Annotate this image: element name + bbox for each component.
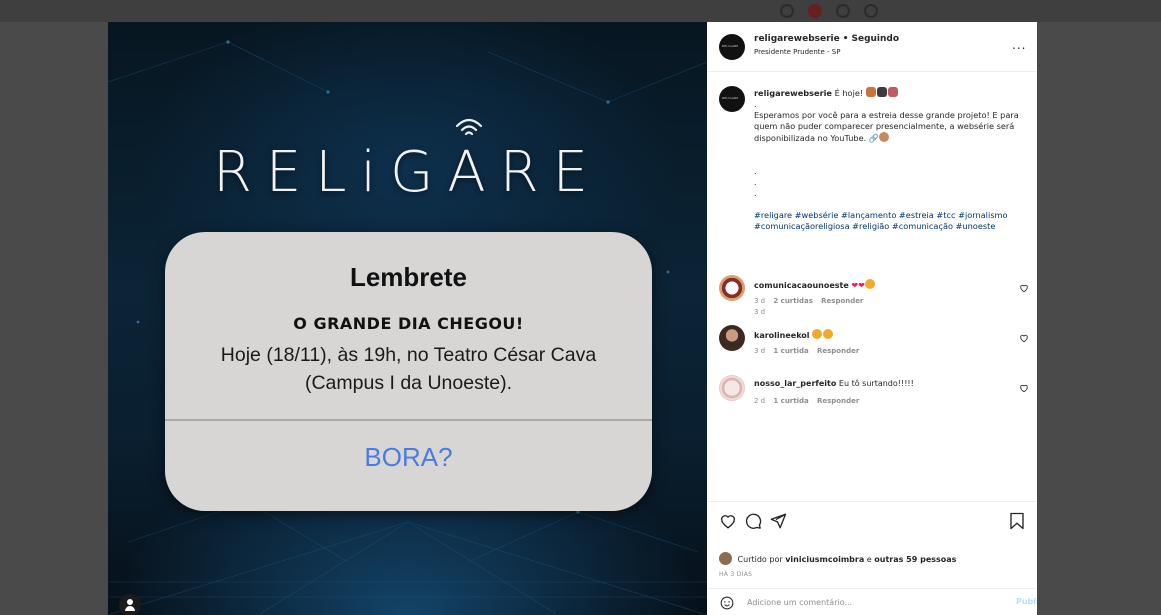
alert-action: BORA? bbox=[364, 442, 453, 472]
comment-time: 3 d bbox=[754, 347, 766, 355]
liker-avatar[interactable] bbox=[719, 552, 732, 565]
emoji-picker-icon[interactable] bbox=[720, 596, 734, 610]
home-icon bbox=[780, 4, 794, 18]
tagged-user-icon[interactable] bbox=[119, 594, 141, 615]
alert-subtitle: O GRANDE DIA CHEGOU! bbox=[293, 314, 524, 333]
share-icon[interactable] bbox=[769, 512, 787, 530]
comment-icon[interactable] bbox=[744, 512, 762, 530]
comment-likes[interactable]: 1 curtida bbox=[773, 397, 808, 405]
background-nav-icons bbox=[780, 4, 878, 18]
comment-item: comunicacaounoeste ❤❤ 3 d 2 curtidas Res… bbox=[707, 275, 1037, 317]
comment-meta: 3 d 2 curtidas Responder bbox=[754, 297, 869, 305]
follow-status[interactable]: Seguindo bbox=[852, 34, 900, 44]
comment-likes[interactable]: 1 curtida bbox=[773, 347, 808, 355]
post-actions: Curtido por viniciusmcoimbra e outras 59… bbox=[707, 501, 1053, 615]
like-comment-heart-icon[interactable] bbox=[1019, 383, 1029, 393]
like-comment-heart-icon[interactable] bbox=[1019, 283, 1029, 293]
heart-eyes-emoji-icon bbox=[864, 279, 875, 289]
alert-title: Lembrete bbox=[349, 262, 468, 292]
caption-avatar[interactable] bbox=[719, 86, 745, 112]
comment-item: nosso_lar_perfeito Eu tô surtando!!!!! 2… bbox=[707, 375, 1037, 417]
comment-time: 2 d bbox=[754, 397, 766, 405]
caption-text: religarewebserie É hoje! . Esperamos por… bbox=[754, 87, 1026, 232]
comment-username[interactable]: comunicacaounoeste bbox=[754, 281, 849, 290]
overlay-margin bbox=[1037, 22, 1161, 615]
reply-button[interactable]: Responder bbox=[817, 397, 859, 405]
family-emoji-icon bbox=[865, 87, 876, 97]
caption-dot: . bbox=[754, 166, 757, 176]
post-date: HÁ 3 DIAS bbox=[719, 571, 753, 578]
activity-icon bbox=[864, 4, 878, 18]
comment-username[interactable]: karolineekol bbox=[754, 331, 810, 340]
liker-username[interactable]: viniciusmcoimbra bbox=[785, 555, 864, 564]
post-header: religarewebserie•Seguindo Presidente Pru… bbox=[707, 22, 1037, 72]
background-logo bbox=[250, 2, 255, 21]
likes-summary: Curtido por viniciusmcoimbra e outras 59… bbox=[719, 552, 956, 565]
comment-text: nosso_lar_perfeito Eu tô surtando!!!!! bbox=[754, 379, 914, 388]
likes-prefix: Curtido por bbox=[737, 555, 783, 564]
wifi-icon bbox=[455, 118, 483, 136]
background-header bbox=[0, 0, 1161, 22]
caption-dot: . bbox=[754, 99, 757, 109]
comment-meta: 2 d 1 curtida Responder bbox=[754, 397, 865, 405]
comment-input[interactable] bbox=[747, 595, 977, 609]
alert-divider bbox=[165, 419, 652, 421]
comment-time: 3 d bbox=[754, 297, 766, 305]
notification-icon bbox=[808, 4, 822, 18]
comment-avatar[interactable] bbox=[719, 275, 745, 301]
family-emoji-icon bbox=[887, 87, 898, 97]
link-emoji-icon: 🔗 bbox=[868, 133, 880, 143]
header-username-row: religarewebserie • Seguindo bbox=[754, 34, 899, 44]
caption-dot: . bbox=[754, 177, 757, 187]
comment-avatar[interactable] bbox=[719, 375, 745, 401]
like-comment-heart-icon[interactable] bbox=[1019, 333, 1029, 343]
reply-button[interactable]: Responder bbox=[821, 297, 863, 305]
comment-body: Eu tô surtando!!!!! bbox=[838, 379, 914, 388]
heart-eyes-emoji-icon bbox=[823, 329, 834, 339]
reply-button[interactable]: Responder bbox=[817, 347, 859, 355]
save-bookmark-icon[interactable] bbox=[1009, 512, 1025, 530]
comment-meta: 3 d 1 curtida Responder bbox=[754, 347, 865, 355]
likes-middle: e bbox=[866, 555, 872, 564]
post-image[interactable]: RELiGARE Lembrete O GRANDE DIA CHEGOU! H… bbox=[108, 22, 707, 615]
author-username[interactable]: religarewebserie bbox=[754, 34, 840, 44]
header-separator: • bbox=[842, 34, 849, 44]
explore-icon bbox=[836, 4, 850, 18]
caption-lead: É hoje! bbox=[834, 88, 864, 98]
comment-item: karolineekol 3 d 1 curtida Responder bbox=[707, 325, 1037, 367]
comment-avatar[interactable] bbox=[719, 325, 745, 351]
author-avatar[interactable] bbox=[719, 34, 745, 60]
brand-logo-text: RELiGARE bbox=[212, 140, 603, 205]
caption-hashtags[interactable]: #religare #websérie #lançamento #estreia… bbox=[754, 210, 1007, 231]
add-comment-bar: Publicar bbox=[707, 588, 1053, 615]
post-location[interactable]: Presidente Prudente - SP bbox=[754, 48, 840, 56]
post-side-panel: religarewebserie•Seguindo Presidente Pru… bbox=[707, 22, 1053, 615]
heart-emoji-icon: ❤❤ bbox=[851, 281, 865, 290]
reminder-alert: Lembrete O GRANDE DIA CHEGOU! Hoje (18/1… bbox=[165, 232, 652, 511]
clap-emoji-icon bbox=[879, 132, 890, 142]
caption-username[interactable]: religarewebserie bbox=[754, 88, 832, 98]
alert-message: Hoje (18/11), às 19h, no Teatro César Ca… bbox=[220, 344, 597, 394]
comment-text: karolineekol bbox=[754, 329, 834, 340]
church-emoji-icon bbox=[876, 87, 887, 97]
comment-username[interactable]: nosso_lar_perfeito bbox=[754, 379, 836, 388]
more-options-icon[interactable]: ... bbox=[1012, 38, 1026, 52]
heart-eyes-emoji-icon bbox=[812, 329, 823, 339]
likes-others[interactable]: outras 59 pessoas bbox=[874, 555, 956, 564]
comment-likes[interactable]: 2 curtidas bbox=[773, 297, 813, 305]
caption-dot: . bbox=[754, 188, 757, 198]
like-heart-icon[interactable] bbox=[719, 512, 737, 530]
comment-text: comunicacaounoeste ❤❤ bbox=[754, 279, 876, 290]
